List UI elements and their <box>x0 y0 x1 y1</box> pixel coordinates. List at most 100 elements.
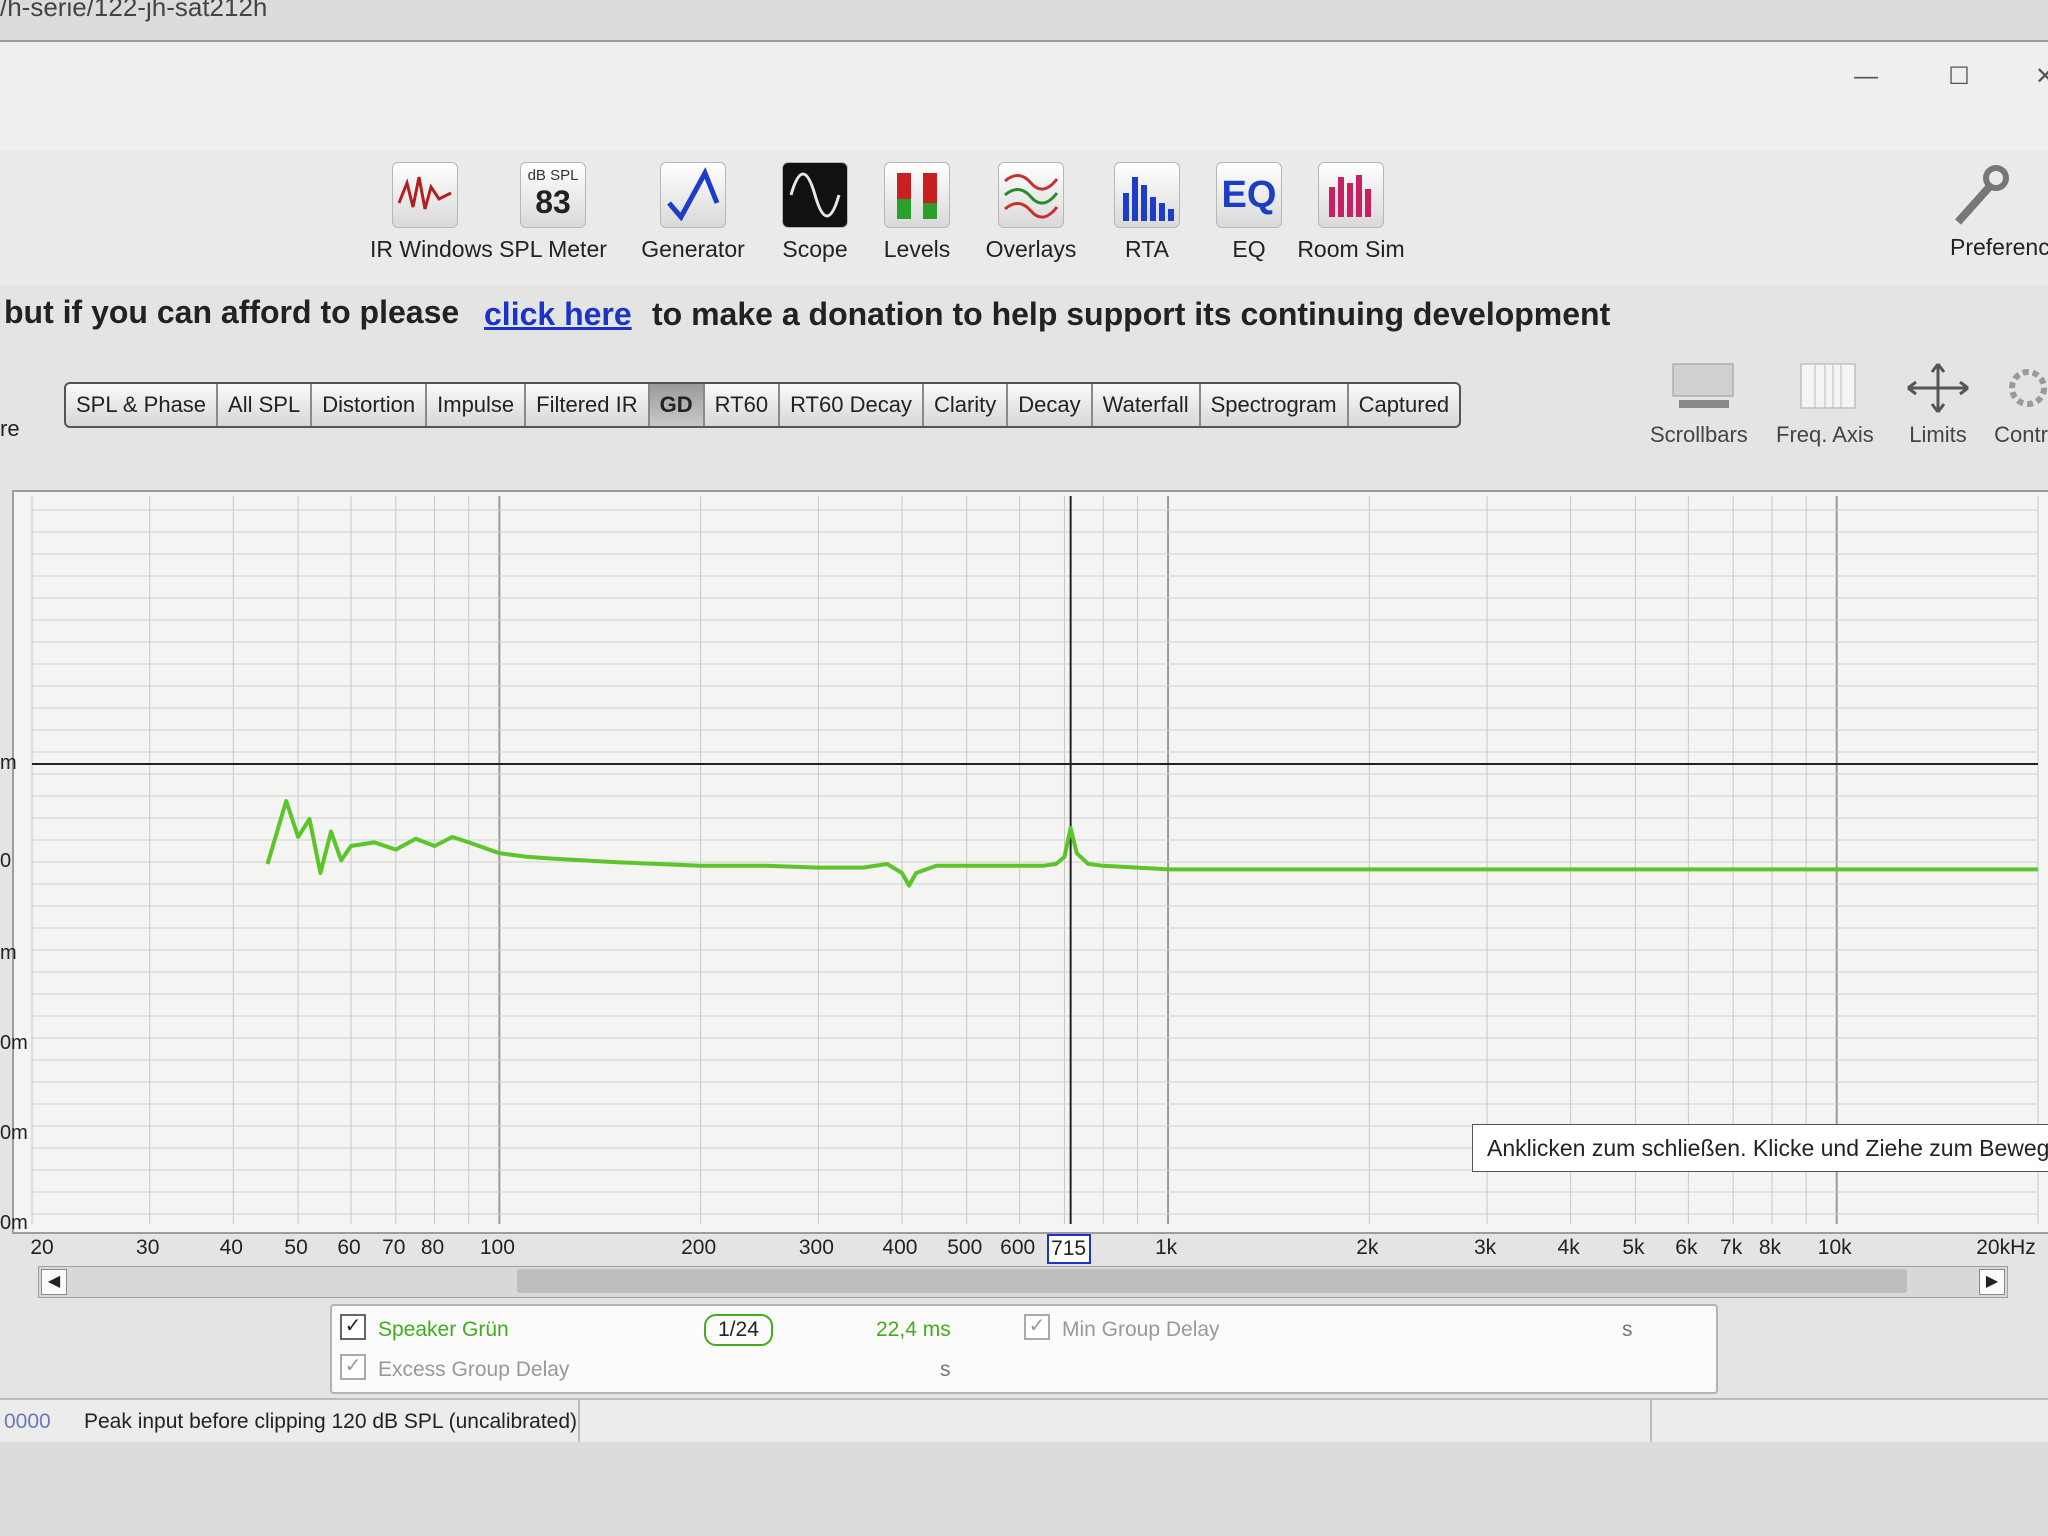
excess-group-delay-label: Excess Group Delay <box>378 1358 570 1381</box>
min-group-delay-unit: s <box>1622 1318 1633 1341</box>
toolbar-generator[interactable]: Generator <box>638 162 748 263</box>
scrollbar-thumb[interactable] <box>517 1269 1907 1293</box>
toolbar-spl-meter[interactable]: dB SPL 83 SPL Meter <box>498 162 608 263</box>
speaker-value: 22,4 ms <box>876 1318 951 1341</box>
smoothing-selector[interactable]: 1/24 <box>704 1314 773 1346</box>
toolbar-eq[interactable]: EQ EQ <box>1194 162 1304 263</box>
x-tick-label: 500 <box>947 1236 983 1259</box>
status-left-value: 0000 <box>4 1410 51 1433</box>
tab-rt60[interactable]: RT60 <box>705 384 781 426</box>
room-sim-icon <box>1318 162 1384 228</box>
graph-horizontal-scrollbar[interactable]: ◀ ▶ <box>38 1266 2008 1298</box>
title-bar: /h-serie/122-jh-sat212h <box>0 0 2048 42</box>
toolbar-label: Scope <box>782 236 848 262</box>
preferences-label: Preferenc <box>1950 234 2048 260</box>
x-tick-label: 2k <box>1356 1236 1379 1259</box>
ir-windows-icon <box>392 162 458 228</box>
group-delay-graph[interactable] <box>12 490 2048 1234</box>
toolbar-ir-windows[interactable]: IR Windows <box>370 162 493 263</box>
min-group-delay-checkbox[interactable]: ✓ <box>1024 1314 1050 1340</box>
tab-rt60-decay[interactable]: RT60 Decay <box>780 384 924 426</box>
x-tick-label: 200 <box>681 1236 717 1259</box>
close-button[interactable]: ✕ <box>2034 65 2048 89</box>
controls-label: Contr <box>1994 422 2048 447</box>
x-tick-label: 10k <box>1817 1236 1852 1259</box>
donation-link[interactable]: click here <box>484 296 632 333</box>
x-tick-label: 400 <box>882 1236 918 1259</box>
x-tick-label: 80 <box>420 1236 445 1259</box>
tab-captured[interactable]: Captured <box>1349 384 1460 426</box>
levels-icon <box>884 162 950 228</box>
x-tick-label: 100 <box>479 1236 515 1259</box>
freq-axis-control[interactable]: Freq. Axis <box>1776 360 1874 448</box>
tab-filtered-ir[interactable]: Filtered IR <box>526 384 650 426</box>
side-label: re <box>0 416 20 441</box>
excess-group-delay-unit: s <box>940 1358 951 1381</box>
excess-group-delay-checkbox[interactable]: ✓ <box>340 1354 366 1380</box>
spl-badge-top: dB SPL <box>527 167 579 184</box>
min-group-delay-label: Min Group Delay <box>1062 1318 1220 1341</box>
graph-tooltip[interactable]: Anklicken zum schließen. Klicke und Zieh… <box>1472 1124 2048 1172</box>
spl-meter-icon: dB SPL 83 <box>520 162 586 228</box>
generator-icon <box>660 162 726 228</box>
tab-waterfall[interactable]: Waterfall <box>1093 384 1201 426</box>
toolbar-preferences[interactable]: Preferenc <box>1936 162 2048 261</box>
tab-spectrogram[interactable]: Spectrogram <box>1201 384 1349 426</box>
tab-distortion[interactable]: Distortion <box>312 384 428 426</box>
toolbar-overlays[interactable]: Overlays <box>976 162 1086 263</box>
series-line-speaker <box>265 799 2038 888</box>
x-tick-label: 1k <box>1154 1236 1178 1259</box>
rta-icon <box>1114 162 1180 228</box>
toolbar-label: Room Sim <box>1297 236 1405 262</box>
x-tick-label: 50 <box>284 1236 308 1259</box>
x-tick-label: 8k <box>1758 1236 1781 1259</box>
toolbar-label: SPL Meter <box>499 236 607 262</box>
x-tick-label: 600 <box>1000 1236 1036 1259</box>
graph-type-tabs: SPL & Phase All SPL Distortion Impulse F… <box>64 382 1462 428</box>
scrollbars-control[interactable]: Scrollbars <box>1650 360 1748 448</box>
tab-all-spl[interactable]: All SPL <box>218 384 313 426</box>
limits-control[interactable]: Limits <box>1898 360 1978 448</box>
toolbar-rta[interactable]: RTA <box>1092 162 1202 263</box>
y-tick-label: m <box>0 942 17 964</box>
status-message: Peak input before clipping 120 dB SPL (u… <box>84 1410 578 1433</box>
toolbar-label: RTA <box>1125 236 1169 262</box>
wrench-icon <box>1936 162 2048 226</box>
scroll-left-icon[interactable]: ◀ <box>41 1269 67 1295</box>
window-frame <box>0 42 2048 162</box>
x-tick-label: 6k <box>1675 1236 1698 1259</box>
x-tick-label: 4k <box>1557 1236 1580 1259</box>
x-tick-label: 20 <box>30 1236 54 1259</box>
graph-plot-svg <box>31 496 2039 1224</box>
limits-arrows-icon <box>1898 360 1978 416</box>
toolbar-levels[interactable]: Levels <box>862 162 972 263</box>
desk-background <box>0 1442 2048 1536</box>
tab-gd[interactable]: GD <box>649 384 705 426</box>
maximize-button[interactable]: ☐ <box>1948 65 1970 89</box>
controls-control[interactable]: Contr <box>1994 360 2048 448</box>
tab-clarity[interactable]: Clarity <box>924 384 1009 426</box>
y-tick-label: 0m <box>0 1032 28 1054</box>
toolbar-scope[interactable]: Scope <box>760 162 870 263</box>
toolbar-room-sim[interactable]: Room Sim <box>1296 162 1406 263</box>
y-tick-label: 0 <box>0 850 12 872</box>
cursor-frequency-readout: 715 <box>1046 1234 1091 1264</box>
scroll-right-icon[interactable]: ▶ <box>1979 1269 2005 1295</box>
status-bar: 0000 Peak input before clipping 120 dB S… <box>0 1398 2048 1444</box>
speaker-checkbox[interactable]: ✓ <box>340 1314 366 1340</box>
legend-panel: ✓ Speaker Grün 1/24 22,4 ms ✓ Min Group … <box>330 1304 1718 1394</box>
tab-impulse[interactable]: Impulse <box>427 384 527 426</box>
eq-icon: EQ <box>1216 162 1282 228</box>
tab-spl-phase[interactable]: SPL & Phase <box>66 384 219 426</box>
x-tick-label: 3k <box>1473 1236 1497 1259</box>
scope-icon <box>782 162 848 228</box>
minimize-button[interactable]: — <box>1854 65 1878 89</box>
x-tick-label: 5k <box>1622 1236 1645 1259</box>
freq-axis-label: Freq. Axis <box>1776 422 1874 447</box>
x-tick-label: 300 <box>798 1236 834 1259</box>
tab-decay[interactable]: Decay <box>1008 384 1093 426</box>
toolbar-label: Levels <box>883 236 951 262</box>
gear-icon <box>1994 360 2048 416</box>
window-title-path: /h-serie/122-jh-sat212h <box>0 0 268 22</box>
y-tick-label: m <box>0 752 17 774</box>
